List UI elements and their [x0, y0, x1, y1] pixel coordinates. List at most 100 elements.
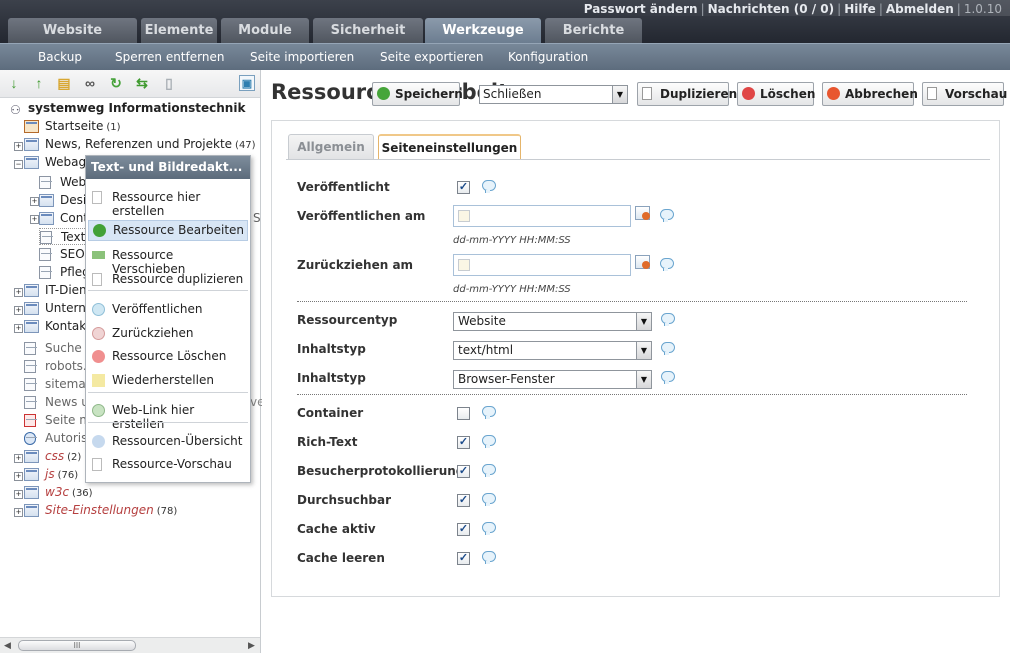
new-document-icon[interactable]: ▤: [56, 75, 72, 91]
tab-elemente[interactable]: Elemente: [141, 18, 217, 43]
tree-node-webdesign[interactable]: Web: [39, 174, 86, 191]
expand-toggle[interactable]: +: [30, 197, 39, 206]
expand-all-icon[interactable]: ↓: [6, 75, 22, 91]
ctx-restore[interactable]: Wiederherstellen: [88, 373, 248, 387]
after-save-select[interactable]: Schließen ▼: [479, 85, 628, 104]
tree-node-site-einstellungen[interactable]: Site-Einstellungen (78): [24, 502, 177, 519]
delete-button[interactable]: Löschen: [737, 82, 815, 106]
tree-node-seo[interactable]: SEO: [39, 246, 85, 263]
submenu-unlock[interactable]: Sperren entfernen: [115, 44, 224, 71]
expand-toggle[interactable]: +: [14, 324, 23, 333]
tab-berichte[interactable]: Berichte: [545, 18, 642, 43]
help-icon[interactable]: [482, 464, 496, 477]
messages-link[interactable]: Nachrichten (0 / 0): [708, 2, 835, 16]
preview-button[interactable]: Vorschau: [922, 82, 1007, 106]
tree-node-sitemap[interactable]: sitemap: [24, 376, 93, 393]
tree-node-w3c[interactable]: w3c (36): [24, 484, 93, 501]
collapse-all-icon[interactable]: ↑: [31, 75, 47, 91]
trash-icon[interactable]: ▯: [161, 75, 177, 91]
ctx-unpublish[interactable]: Zurückziehen: [88, 326, 248, 340]
cancel-button[interactable]: Abbrechen: [822, 82, 918, 106]
searchable-checkbox[interactable]: ✓: [457, 494, 470, 507]
expand-toggle[interactable]: +: [30, 215, 39, 224]
tree-node-design[interactable]: Desi: [39, 192, 86, 209]
published-checkbox[interactable]: ✓: [457, 181, 470, 194]
tab-website[interactable]: Website: [8, 18, 137, 43]
tree-node-unternehmen[interactable]: Untern: [24, 300, 86, 317]
richtext-checkbox[interactable]: ✓: [457, 436, 470, 449]
expand-toggle[interactable]: +: [14, 472, 23, 481]
help-icon[interactable]: [482, 551, 496, 564]
help-link[interactable]: Hilfe: [844, 2, 876, 16]
collapse-toggle[interactable]: −: [14, 160, 23, 169]
submenu-backup[interactable]: Backup: [38, 44, 82, 71]
tree-node-suche[interactable]: Suche: [24, 340, 82, 357]
ctx-create-weblink[interactable]: Web-Link hier erstellen: [88, 403, 248, 431]
tree-horizontal-scrollbar[interactable]: ◀ III ▶: [0, 637, 260, 653]
tree-node-404[interactable]: Seite ni: [24, 412, 90, 429]
sort-icon[interactable]: ⇆: [134, 75, 150, 91]
clear-cache-checkbox[interactable]: ✓: [457, 552, 470, 565]
help-icon[interactable]: [482, 180, 496, 193]
tree-node-news-feed[interactable]: News u ve: [24, 394, 264, 411]
unpublish-on-input[interactable]: [453, 254, 631, 276]
tree-node-js[interactable]: js (76): [24, 466, 78, 483]
help-icon[interactable]: [661, 371, 675, 384]
content-disposition-select[interactable]: Browser-Fenster ▼: [453, 370, 652, 389]
tab-seiteneinstellungen[interactable]: Seiteneinstellungen: [378, 134, 521, 160]
save-button[interactable]: Speichern: [372, 82, 463, 106]
submenu-export[interactable]: Seite exportieren: [380, 44, 483, 71]
help-icon[interactable]: [482, 493, 496, 506]
tab-werkzeuge[interactable]: Werkzeuge: [425, 18, 541, 43]
duplicate-button[interactable]: Duplizieren: [637, 82, 737, 106]
tree-node-startseite[interactable]: Startseite (1): [24, 118, 121, 135]
expand-toggle[interactable]: +: [14, 306, 23, 315]
calendar-clear-icon[interactable]: [635, 255, 650, 269]
content-type-select[interactable]: text/html ▼: [453, 341, 652, 360]
expand-toggle[interactable]: +: [14, 288, 23, 297]
help-icon[interactable]: [661, 313, 675, 326]
tree-node-css[interactable]: css (2): [24, 448, 81, 465]
cacheable-checkbox[interactable]: ✓: [457, 523, 470, 536]
ctx-resource-overview[interactable]: Ressourcen-Übersicht: [88, 434, 248, 448]
hide-tree-icon[interactable]: ▣: [239, 75, 255, 91]
tree-node-it-dienste[interactable]: IT-Dien: [24, 282, 87, 299]
help-icon[interactable]: [482, 435, 496, 448]
ctx-duplicate-resource[interactable]: Ressource duplizieren: [88, 272, 248, 286]
tab-module[interactable]: Module: [221, 18, 309, 43]
help-icon[interactable]: [661, 342, 675, 355]
submenu-import[interactable]: Seite importieren: [250, 44, 354, 71]
help-icon[interactable]: [660, 209, 674, 222]
expand-toggle[interactable]: +: [14, 490, 23, 499]
refresh-icon[interactable]: ↻: [108, 75, 124, 91]
scroll-right-icon[interactable]: ▶: [248, 640, 255, 651]
help-icon[interactable]: [482, 406, 496, 419]
tree-node-news[interactable]: News, Referenzen und Projekte (47): [24, 136, 256, 153]
ctx-edit-resource[interactable]: Ressource Bearbeiten: [88, 220, 248, 241]
tree-node-robots[interactable]: robots.t: [24, 358, 91, 375]
tree-node-kontakt[interactable]: Kontakt: [24, 318, 91, 335]
container-checkbox[interactable]: [457, 407, 470, 420]
submenu-config[interactable]: Konfiguration: [508, 44, 588, 71]
tab-allgemein[interactable]: Allgemein: [288, 134, 374, 159]
expand-toggle[interactable]: +: [14, 508, 23, 517]
ctx-delete-resource[interactable]: Ressource Löschen: [88, 349, 248, 363]
new-weblink-icon[interactable]: ∞: [82, 75, 98, 91]
resource-type-select[interactable]: Website ▼: [453, 312, 652, 331]
ctx-resource-preview[interactable]: Ressource-Vorschau: [88, 457, 248, 471]
change-password-link[interactable]: Passwort ändern: [584, 2, 698, 16]
tree-node-pflege[interactable]: Pfleg: [39, 264, 90, 281]
expand-toggle[interactable]: +: [14, 142, 23, 151]
logout-link[interactable]: Abmelden: [886, 2, 954, 16]
tree-node-content[interactable]: Cont S: [39, 210, 261, 227]
ctx-create-here[interactable]: Ressource hier erstellen: [88, 190, 248, 218]
expand-toggle[interactable]: +: [14, 454, 23, 463]
ctx-publish[interactable]: Veröffentlichen: [88, 302, 248, 316]
tree-node-autorisierung[interactable]: Autorisi: [24, 430, 91, 447]
scroll-left-icon[interactable]: ◀: [4, 640, 11, 651]
scroll-thumb[interactable]: III: [18, 640, 136, 651]
logging-checkbox[interactable]: ✓: [457, 465, 470, 478]
help-icon[interactable]: [660, 258, 674, 271]
tab-sicherheit[interactable]: Sicherheit: [313, 18, 423, 43]
publish-on-input[interactable]: [453, 205, 631, 227]
